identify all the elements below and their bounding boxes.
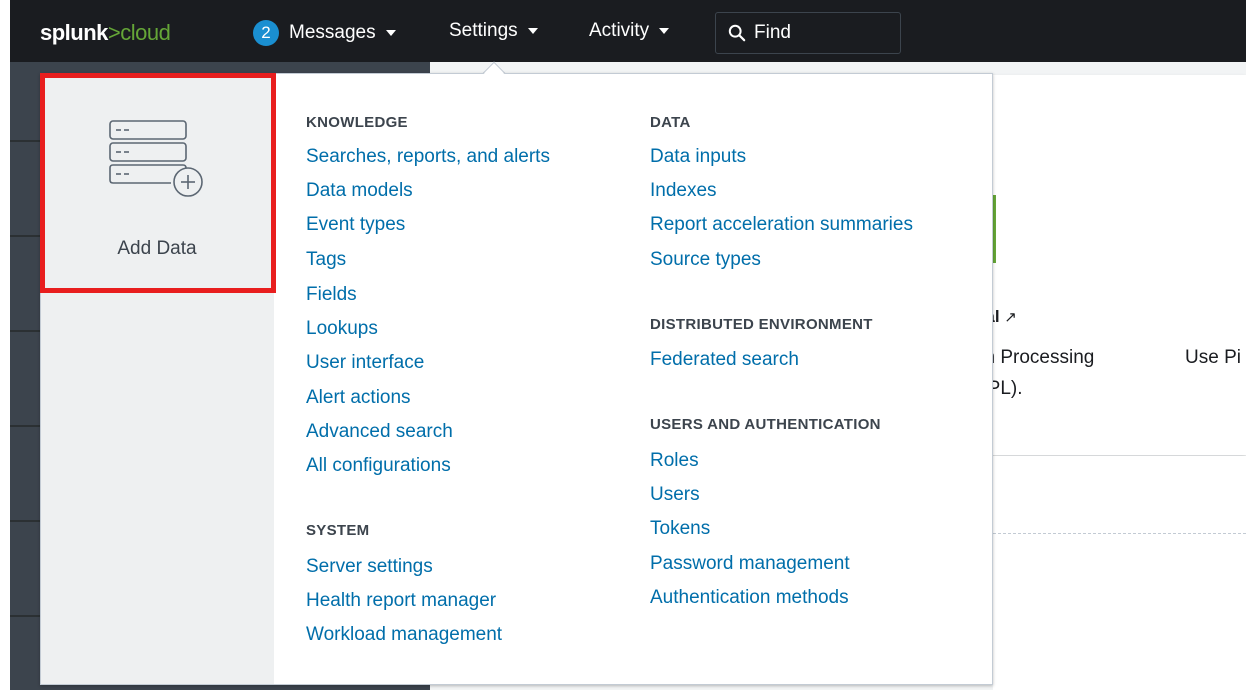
search-icon [728, 24, 746, 42]
caret-down-icon [527, 28, 538, 34]
background-text: Use Pi [1185, 347, 1241, 368]
distributed-environment-heading: DISTRIBUTED ENVIRONMENT [650, 316, 873, 333]
link-users[interactable]: Users [650, 484, 700, 506]
caret-down-icon [659, 28, 670, 34]
system-heading: SYSTEM [306, 522, 370, 539]
sidebar-divider [10, 140, 40, 142]
link-source-types[interactable]: Source types [650, 249, 761, 271]
background-lower-panel [993, 456, 1246, 690]
link-password-management[interactable]: Password management [650, 553, 850, 575]
link-advanced-search[interactable]: Advanced search [306, 421, 453, 443]
splunk-cloud-logo[interactable]: splunk>cloud [40, 20, 171, 46]
data-heading: DATA [650, 114, 691, 131]
sidebar-divider [10, 330, 40, 332]
find-label: Find [754, 22, 791, 43]
link-user-interface[interactable]: User interface [306, 352, 424, 374]
link-event-types[interactable]: Event types [306, 214, 405, 236]
link-tokens[interactable]: Tokens [650, 518, 710, 540]
link-all-configurations[interactable]: All configurations [306, 455, 451, 477]
link-server-settings[interactable]: Server settings [306, 556, 433, 578]
users-authentication-heading: USERS AND AUTHENTICATION [650, 416, 881, 433]
activity-label: Activity [589, 20, 650, 41]
knowledge-heading: KNOWLEDGE [306, 114, 408, 131]
link-data-models[interactable]: Data models [306, 180, 413, 202]
add-data-icon [109, 120, 203, 197]
link-alert-actions[interactable]: Alert actions [306, 387, 411, 409]
activity-menu[interactable]: Activity [589, 20, 670, 42]
messages-count-badge: 2 [253, 20, 279, 46]
link-health-report-manager[interactable]: Health report manager [306, 590, 496, 612]
sidebar-divider [10, 615, 40, 617]
link-workload-management[interactable]: Workload management [306, 624, 502, 646]
settings-label: Settings [449, 20, 518, 41]
link-tags[interactable]: Tags [306, 249, 346, 271]
link-roles[interactable]: Roles [650, 450, 699, 472]
link-searches-reports-alerts[interactable]: Searches, reports, and alerts [306, 146, 550, 168]
link-lookups[interactable]: Lookups [306, 318, 378, 340]
link-data-inputs[interactable]: Data inputs [650, 146, 746, 168]
find-search-box[interactable]: Find [715, 12, 901, 54]
messages-menu[interactable]: 2 Messages [253, 20, 396, 46]
external-link-icon: ↗ [1004, 309, 1017, 326]
logo-suffix: cloud [120, 20, 171, 45]
logo-text: splunk [40, 20, 108, 45]
background-accent-line [993, 195, 996, 263]
link-report-acceleration-summaries[interactable]: Report acceleration summaries [650, 214, 913, 236]
sidebar-divider [10, 425, 40, 427]
sidebar-divider [10, 235, 40, 237]
caret-down-icon [385, 30, 396, 36]
sidebar-divider [10, 520, 40, 522]
link-federated-search[interactable]: Federated search [650, 349, 799, 371]
messages-label: Messages [289, 22, 376, 43]
link-fields[interactable]: Fields [306, 284, 357, 306]
logo-separator: > [107, 20, 121, 45]
settings-menu[interactable]: Settings [449, 20, 538, 42]
background-dashed-divider [993, 533, 1246, 534]
link-authentication-methods[interactable]: Authentication methods [650, 587, 849, 609]
page-left-margin [0, 0, 10, 690]
add-data-label: Add Data [117, 238, 197, 259]
link-indexes[interactable]: Indexes [650, 180, 717, 202]
